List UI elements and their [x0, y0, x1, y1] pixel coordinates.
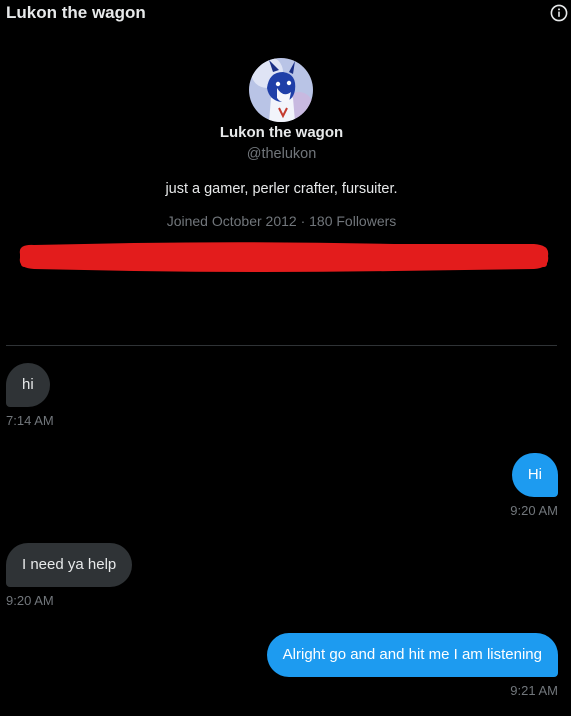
message-bubble-incoming[interactable]: hi	[6, 363, 50, 407]
avatar[interactable]	[249, 58, 313, 122]
profile-bio: just a gamer, perler crafter, fursuiter.	[165, 181, 398, 197]
divider	[6, 345, 557, 346]
message-timestamp: 9:20 AM	[510, 503, 558, 518]
conversation-title: Lukon the wagon	[6, 3, 146, 22]
message-timestamp: 9:21 AM	[510, 683, 558, 698]
profile-handle: @thelukon	[246, 146, 317, 162]
redaction-scribble	[14, 238, 554, 276]
info-icon[interactable]	[550, 4, 568, 22]
conversation-header: Lukon the wagon	[0, 0, 571, 28]
profile-joined-followers: Joined October 2012 · 180 Followers	[166, 213, 397, 229]
message-bubble-outgoing[interactable]: Hi	[511, 453, 558, 497]
message-timestamp: 7:14 AM	[6, 413, 54, 428]
profile-display-name[interactable]: Lukon the wagon	[0, 124, 563, 141]
message-bubble-incoming[interactable]: I need ya help	[6, 543, 133, 587]
message-timestamp: 9:20 AM	[6, 593, 54, 608]
message-bubble-outgoing[interactable]: Alright go and and hit me I am listening	[266, 633, 558, 677]
